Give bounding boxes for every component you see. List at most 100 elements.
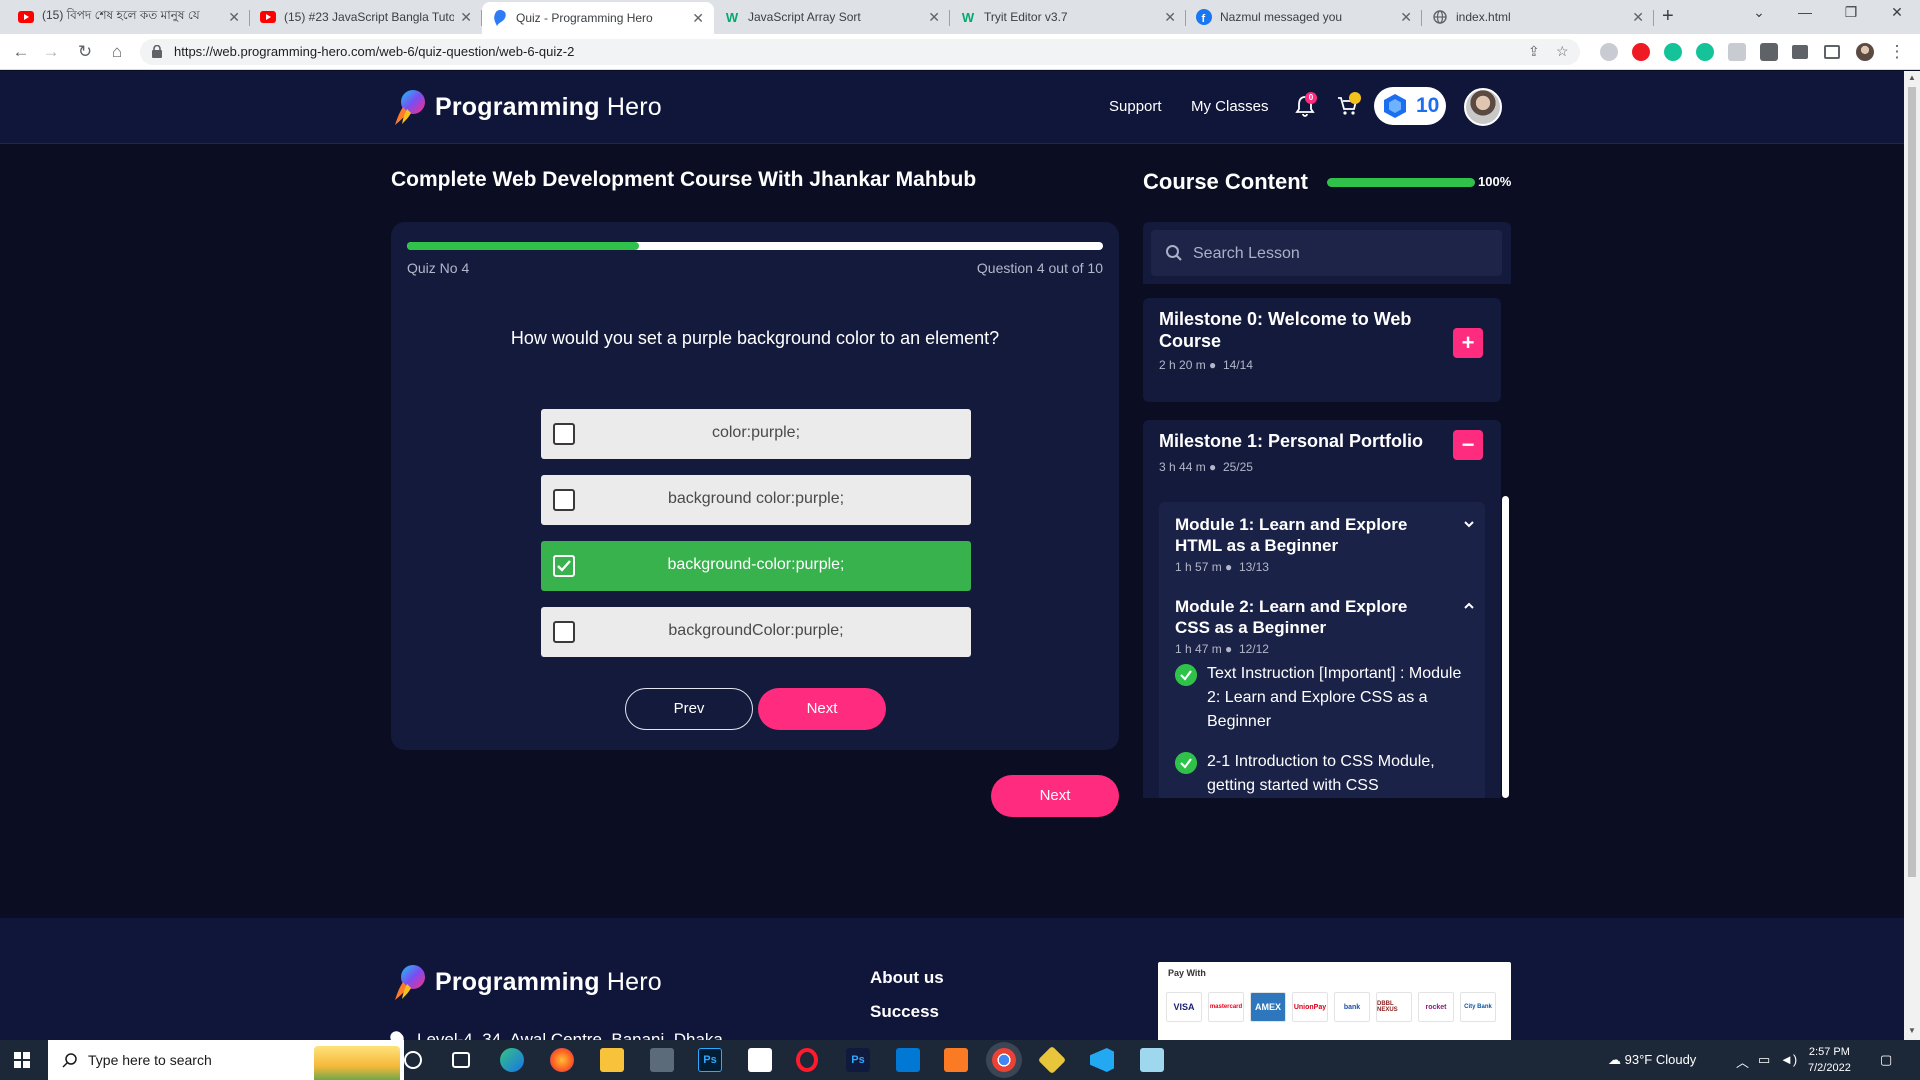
app-icon[interactable]	[650, 1048, 674, 1072]
module-panel: Module 1: Learn and Explore HTML as a Be…	[1159, 502, 1485, 798]
grammarly-extension-icon[interactable]	[1664, 43, 1682, 61]
browser-tab[interactable]: f Nazmul messaged you ✕	[1186, 0, 1422, 34]
nav-support-link[interactable]: Support	[1109, 98, 1162, 115]
next-button[interactable]: Next	[758, 688, 886, 730]
camera-extension-icon[interactable]	[1728, 43, 1746, 61]
user-avatar[interactable]	[1464, 88, 1502, 126]
profile-avatar[interactable]	[1856, 43, 1874, 61]
share-icon[interactable]: ⇪	[1528, 43, 1540, 60]
weather-widget[interactable]: ☁ 93°F Cloudy	[1608, 1052, 1696, 1068]
milestone-item[interactable]: Milestone 0: Welcome to Web Course 2 h 2…	[1143, 298, 1501, 402]
browser-tab[interactable]: index.html ✕	[1422, 0, 1654, 34]
page-scrollbar[interactable]: ▲ ▼	[1904, 71, 1920, 1040]
sublime-icon[interactable]	[1037, 1045, 1067, 1075]
nav-my-classes-link[interactable]: My Classes	[1191, 98, 1269, 115]
tab-close-icon[interactable]: ✕	[228, 9, 240, 26]
side-panel-icon[interactable]	[1824, 45, 1840, 59]
unionpay-card: UnionPay	[1292, 992, 1328, 1022]
browser-tab-active[interactable]: Quiz - Programming Hero ✕	[482, 2, 714, 34]
footer-logo[interactable]: Programming Hero	[391, 964, 662, 1000]
expand-plus-icon[interactable]: +	[1453, 328, 1483, 358]
chrome-icon[interactable]	[992, 1048, 1016, 1072]
mail-icon[interactable]	[896, 1048, 920, 1072]
footer-about-link[interactable]: About us	[870, 968, 944, 988]
tab-close-icon[interactable]: ✕	[1400, 9, 1412, 26]
task-view-icon[interactable]	[452, 1052, 470, 1068]
answer-option[interactable]: background color:purple;	[541, 475, 971, 525]
tab-close-icon[interactable]: ✕	[692, 10, 704, 27]
milestone-item-expanded[interactable]: Milestone 1: Personal Portfolio 3 h 44 m…	[1143, 420, 1501, 798]
firefox-icon[interactable]	[550, 1048, 574, 1072]
vscode-icon[interactable]	[1090, 1048, 1114, 1072]
tab-close-icon[interactable]: ✕	[928, 9, 940, 26]
file-explorer-icon[interactable]	[600, 1048, 624, 1072]
milestone-title: Milestone 1: Personal Portfolio	[1159, 431, 1424, 451]
browser-tab[interactable]: W JavaScript Array Sort ✕	[714, 0, 950, 34]
answer-option-selected[interactable]: background-color:purple;	[541, 541, 971, 591]
answer-option[interactable]: backgroundColor:purple;	[541, 607, 971, 657]
module-item-expanded[interactable]: Module 2: Learn and Explore CSS as a Beg…	[1175, 596, 1475, 656]
tab-close-icon[interactable]: ✕	[460, 9, 472, 26]
photoshop-alt-icon[interactable]: Ps	[846, 1048, 870, 1072]
reload-icon[interactable]: ↻	[74, 41, 96, 63]
browser-tab[interactable]: (15) #23 JavaScript Bangla Tuto ✕	[250, 0, 482, 34]
notification-center-icon[interactable]: ▢	[1880, 1052, 1892, 1068]
home-icon[interactable]: ⌂	[106, 41, 128, 63]
tab-close-icon[interactable]: ✕	[1164, 9, 1176, 26]
xampp-icon[interactable]	[944, 1048, 968, 1072]
next-lesson-button[interactable]: Next	[991, 775, 1119, 817]
grammarly-alt-extension-icon[interactable]	[1696, 43, 1714, 61]
lesson-search-input[interactable]: Search Lesson	[1151, 230, 1502, 276]
lesson-item[interactable]: Text Instruction [Important] : Module 2:…	[1175, 662, 1477, 734]
sidebar-scrollbar-thumb[interactable]	[1502, 496, 1509, 798]
browser-tab[interactable]: W Tryit Editor v3.7 ✕	[950, 0, 1186, 34]
notepad-icon[interactable]	[1140, 1048, 1164, 1072]
edge-icon[interactable]	[500, 1048, 524, 1072]
forward-icon[interactable]: →	[40, 41, 62, 63]
tab-search-icon[interactable]: ⌄	[1736, 4, 1782, 21]
opera-icon[interactable]	[796, 1048, 818, 1072]
photoshop-icon[interactable]: Ps	[698, 1048, 722, 1072]
tab-close-icon[interactable]: ✕	[1632, 9, 1644, 26]
back-icon[interactable]: ←	[10, 41, 32, 63]
site-logo[interactable]: Programming Hero	[391, 89, 662, 125]
browser-menu-icon[interactable]: ⋮	[1886, 41, 1908, 63]
opera-extension-icon[interactable]	[1632, 43, 1650, 61]
cortana-icon[interactable]	[404, 1051, 422, 1069]
volume-icon[interactable]: ◄)	[1780, 1052, 1797, 1067]
bookmark-star-icon[interactable]: ☆	[1556, 43, 1569, 60]
address-bar[interactable]: https://web.programming-hero.com/web-6/q…	[140, 39, 1580, 65]
scroll-up-icon[interactable]: ▲	[1908, 73, 1916, 82]
payment-methods-panel: Pay With VISA mastercard AMEX UnionPay b…	[1158, 962, 1511, 1040]
close-window-button[interactable]: ✕	[1874, 4, 1920, 21]
browser-tab[interactable]: (15) বিপদ শেষ হলে কত মানুষ যে ✕	[8, 0, 250, 34]
puzzle-extensions-icon[interactable]	[1760, 43, 1778, 61]
store-icon[interactable]	[748, 1048, 772, 1072]
restore-button[interactable]: ❐	[1828, 4, 1874, 21]
taskbar-search-box[interactable]: Type here to search	[48, 1040, 404, 1080]
taskbar-clock[interactable]: 2:57 PM 7/2/2022	[1808, 1044, 1851, 1076]
footer-success-link[interactable]: Success	[870, 1002, 939, 1022]
chevron-up-icon[interactable]	[1463, 600, 1475, 612]
chevron-down-icon[interactable]	[1463, 518, 1475, 530]
reading-list-icon[interactable]	[1792, 45, 1808, 59]
course-content-list[interactable]: Milestone 0: Welcome to Web Course 2 h 2…	[1143, 298, 1511, 798]
search-icon	[1166, 245, 1182, 261]
scroll-down-icon[interactable]: ▼	[1908, 1026, 1916, 1035]
windows-start-icon[interactable]	[14, 1052, 30, 1068]
page-scrollbar-thumb[interactable]	[1908, 87, 1916, 877]
network-icon[interactable]: ▭	[1758, 1052, 1770, 1068]
shield-extension-icon[interactable]	[1600, 43, 1618, 61]
new-tab-button[interactable]: +	[1662, 5, 1674, 28]
gems-counter[interactable]: 10	[1374, 87, 1446, 125]
prev-button[interactable]: Prev	[625, 688, 753, 730]
module-item[interactable]: Module 1: Learn and Explore HTML as a Be…	[1175, 514, 1475, 574]
lesson-item[interactable]: 2-1 Introduction to CSS Module, getting …	[1175, 750, 1477, 798]
tab-title: (15) বিপদ শেষ হলে কত মানুষ যে	[42, 8, 200, 22]
collapse-minus-icon[interactable]: −	[1453, 430, 1483, 460]
tray-chevron-icon[interactable]: ︿	[1736, 1052, 1749, 1071]
windows-taskbar: Type here to search Ps Ps ☁ 93°F Cloudy …	[0, 1040, 1920, 1080]
w3schools-icon: W	[961, 9, 975, 25]
answer-option[interactable]: color:purple;	[541, 409, 971, 459]
minimize-button[interactable]: —	[1782, 4, 1828, 20]
